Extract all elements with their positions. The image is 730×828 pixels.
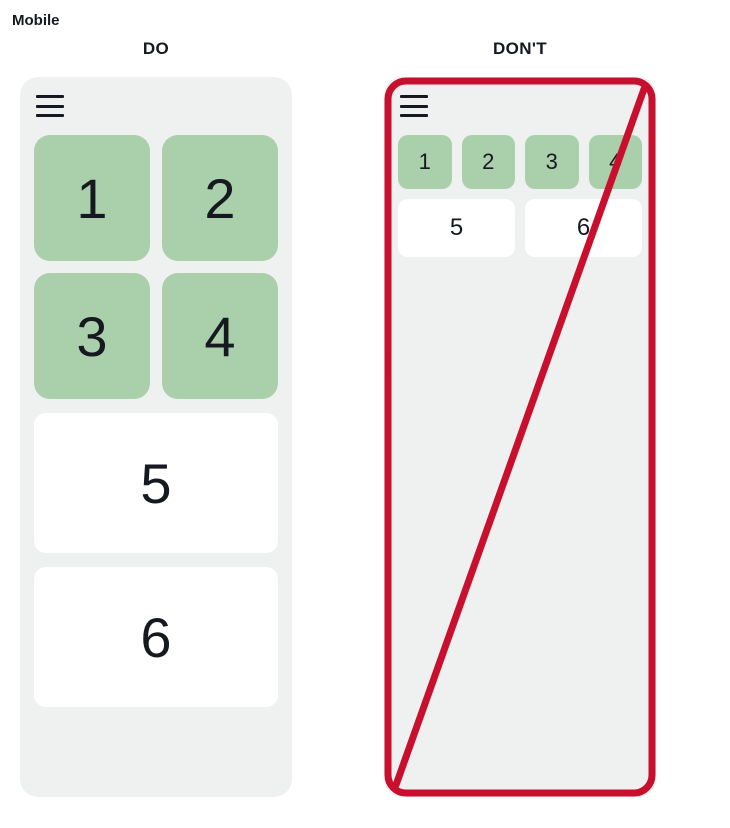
hamburger-icon [400,95,428,117]
tile-6: 6 [525,199,642,257]
tile-6: 6 [34,567,278,707]
tile-4: 4 [162,273,278,399]
tile-2: 2 [162,135,278,261]
tile-3: 3 [525,135,579,189]
tile-2: 2 [462,135,516,189]
comparison-row: DO 1 2 3 4 5 6 DON'T 1 2 3 4 [12,39,718,797]
do-column: DO 1 2 3 4 5 6 [20,39,292,797]
dont-label: DON'T [493,39,547,59]
tile-5: 5 [398,199,515,257]
tile-5: 5 [34,413,278,553]
dont-green-row: 1 2 3 4 [398,135,642,189]
tile-3: 3 [34,273,150,399]
dont-column: DON'T 1 2 3 4 5 6 [384,39,656,797]
tile-1: 1 [398,135,452,189]
do-phone-mock: 1 2 3 4 5 6 [20,77,292,797]
do-label: DO [143,39,169,59]
dont-phone-mock: 1 2 3 4 5 6 [384,77,656,797]
tile-1: 1 [34,135,150,261]
dont-white-row: 5 6 [398,199,642,257]
hamburger-icon [36,95,64,117]
do-green-grid: 1 2 3 4 [34,135,278,399]
section-label: Mobile [12,12,718,29]
tile-4: 4 [589,135,643,189]
